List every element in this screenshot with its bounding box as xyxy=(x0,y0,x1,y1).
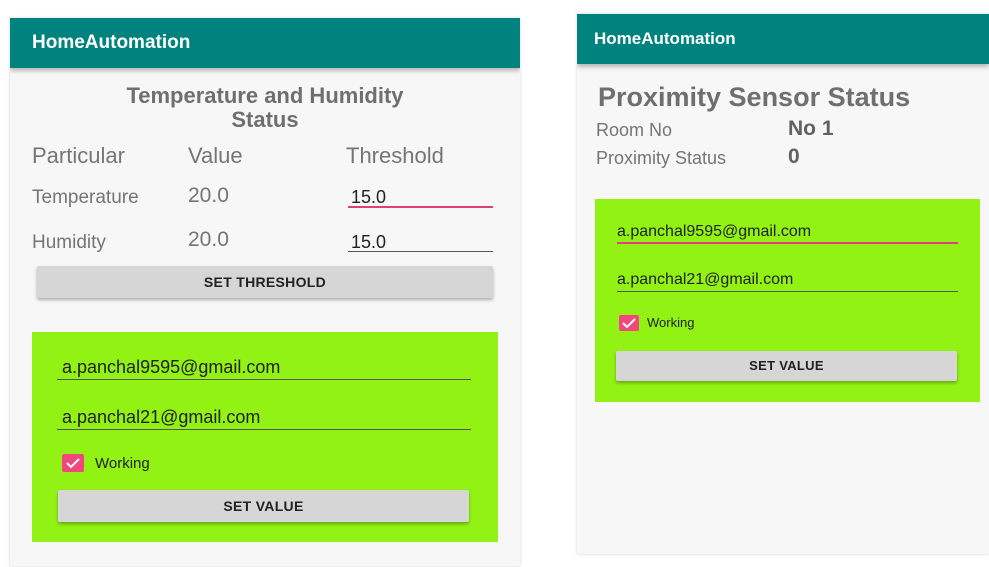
page-heading-line1: Temperature and Humidity xyxy=(126,83,404,108)
humidity-threshold-input[interactable]: 15.0 xyxy=(351,232,386,253)
temperature-threshold-underline xyxy=(348,206,493,208)
proximity-sensor-screen: HomeAutomation Proximity Sensor Status R… xyxy=(577,14,989,554)
email-field-2-underline xyxy=(617,291,958,292)
proximity-status-label: Proximity Status xyxy=(596,148,727,168)
app-title: HomeAutomation xyxy=(594,29,736,48)
working-checkbox-label: Working xyxy=(647,315,695,330)
page-heading: Proximity Sensor Status xyxy=(598,82,911,112)
notification-panel: a.panchal9595@gmail.com a.panchal21@gmai… xyxy=(32,332,498,542)
working-checkbox[interactable] xyxy=(62,454,84,472)
row-label-humidity: Humidity xyxy=(32,232,106,253)
app-title: HomeAutomation xyxy=(32,32,191,53)
email-field-1-underline xyxy=(57,379,471,380)
email-field-1[interactable]: a.panchal9595@gmail.com xyxy=(62,357,280,378)
app-bar: HomeAutomation xyxy=(10,18,520,68)
column-header-particular: Particular xyxy=(32,143,125,168)
temperature-threshold-input[interactable]: 15.0 xyxy=(351,187,386,208)
checkmark-icon xyxy=(66,458,80,469)
page-heading: Temperature and Humidity Status xyxy=(10,84,520,132)
page-heading-line2: Status xyxy=(231,107,299,132)
humidity-threshold-underline xyxy=(348,251,493,252)
temperature-humidity-screen: HomeAutomation Temperature and Humidity … xyxy=(10,18,520,566)
column-header-threshold: Threshold xyxy=(346,143,444,168)
set-value-button[interactable]: SET VALUE xyxy=(616,351,957,381)
email-field-1[interactable]: a.panchal9595@gmail.com xyxy=(617,223,811,241)
working-checkbox[interactable] xyxy=(619,315,639,331)
proximity-status-value: 0 xyxy=(788,145,800,168)
set-value-button[interactable]: SET VALUE xyxy=(58,490,469,522)
set-threshold-button[interactable]: SET THRESHOLD xyxy=(37,266,493,298)
working-checkbox-label: Working xyxy=(95,455,150,472)
notification-panel: a.panchal9595@gmail.com a.panchal21@gmai… xyxy=(595,199,980,402)
room-no-label: Room No xyxy=(596,120,673,140)
email-field-2-underline xyxy=(57,429,471,430)
humidity-value: 20.0 xyxy=(188,228,229,251)
app-bar: HomeAutomation xyxy=(577,14,989,64)
temperature-value: 20.0 xyxy=(188,184,229,207)
email-field-1-underline xyxy=(617,242,958,244)
email-field-2[interactable]: a.panchal21@gmail.com xyxy=(617,271,793,289)
room-no-value: No 1 xyxy=(788,117,834,140)
column-header-value: Value xyxy=(188,143,243,168)
email-field-2[interactable]: a.panchal21@gmail.com xyxy=(62,407,260,428)
checkmark-icon xyxy=(622,318,636,329)
row-label-temperature: Temperature xyxy=(32,187,139,208)
